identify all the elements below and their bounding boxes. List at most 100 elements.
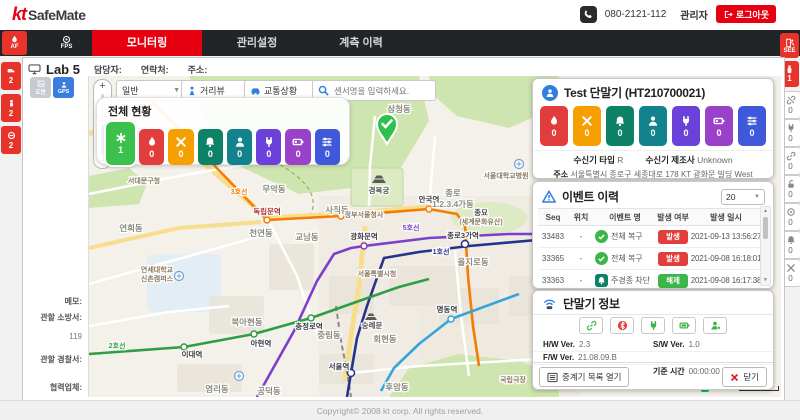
overall-status-panel: 전체 현황 1 0 0 0 [96, 97, 350, 165]
crossed-tools-icon [786, 263, 796, 273]
battery-status-icon [672, 317, 696, 334]
svg-text:종묘: 종묘 [474, 208, 488, 217]
link-status-icon [579, 317, 603, 334]
tab-settings[interactable]: 관리설정 [212, 30, 302, 56]
valve-icon [7, 131, 16, 140]
svg-text:공덕동: 공덕동 [257, 386, 281, 396]
device-tile-battery[interactable]: 0 [705, 106, 733, 146]
user-status-icon [703, 317, 727, 334]
plug-icon [680, 115, 692, 127]
link-icon [786, 151, 796, 161]
logout-icon [723, 10, 733, 19]
device-tile-power[interactable]: 0 [672, 106, 700, 146]
nav-item-af[interactable]: AF [2, 31, 27, 55]
scroll-up-arrow[interactable]: ▲ [761, 207, 770, 216]
svg-text:5호선: 5호선 [403, 223, 420, 232]
device-tile-malfunction[interactable]: 0 [573, 106, 601, 146]
list-icon [547, 372, 558, 383]
svg-text:이대역: 이대역 [182, 349, 203, 359]
plug-icon [263, 136, 275, 148]
col-seq[interactable]: Seq [538, 209, 568, 226]
status-tile-power[interactable]: 0 [256, 129, 281, 165]
broken-link-icon [786, 95, 796, 105]
svg-text:아현역: 아현역 [251, 338, 272, 348]
status-tile-malfunction[interactable]: 0 [168, 129, 193, 165]
status-tile-battery[interactable]: 0 [285, 129, 310, 165]
warning-triangle-icon [542, 190, 556, 203]
hotline-number: 080-2121-112 [605, 9, 667, 20]
device-tile-main-bell[interactable]: 0 [606, 106, 634, 146]
col-location[interactable]: 위치 [568, 209, 594, 226]
tab-monitoring[interactable]: 모니터링 [92, 30, 202, 56]
status-tile-normal[interactable]: 1 [106, 122, 135, 165]
svg-text:신촌캠퍼스: 신촌캠퍼스 [141, 274, 174, 283]
status-tile-main-bell[interactable]: 0 [198, 129, 223, 165]
bell-icon [595, 274, 608, 287]
search-icon [318, 85, 329, 96]
check-circle-icon [595, 252, 608, 265]
device-tile-receiver[interactable]: 0 [639, 106, 667, 146]
tab-measure-history[interactable]: 계측 이력 [315, 30, 407, 56]
zoom-in-button[interactable]: + [94, 80, 111, 93]
left-alarm-badge-3[interactable]: 2 [1, 126, 21, 154]
phone-icon [580, 6, 597, 23]
left-alarm-badge-1[interactable]: 2 [1, 62, 21, 90]
crossed-tools-icon [175, 136, 187, 148]
scroll-thumb[interactable] [763, 217, 768, 239]
gps-icon [59, 81, 69, 89]
col-datetime[interactable]: 발생 일시 [690, 209, 762, 226]
svg-text:국립극장: 국립극장 [500, 375, 526, 384]
nav-item-fps[interactable]: FPS [54, 31, 79, 55]
col-event-name[interactable]: 이벤트 명 [594, 209, 656, 226]
logout-button[interactable]: 로그아웃 [716, 5, 776, 23]
table-row[interactable]: 33363- 주경종 차단 해제 2021-09-08 16:17:38 [538, 270, 762, 292]
svg-text:명동역: 명동역 [437, 304, 458, 314]
status-tile-fire[interactable]: 0 [139, 129, 164, 165]
left-column: 도면 GPS 메모: 관할 소방서: 119 관할 경찰서: 협력업체: [24, 76, 86, 398]
fire-station-value: 119 [69, 332, 82, 341]
fire-station-label: 관할 소방서: [40, 312, 82, 323]
status-tile-receiver[interactable]: 0 [227, 129, 252, 165]
bell-icon [786, 235, 796, 245]
gps-view-button[interactable]: GPS [53, 77, 74, 98]
chevron-down-icon: ▼ [173, 87, 180, 94]
page-size-select[interactable]: 20▼ [721, 189, 765, 205]
device-person-icon [542, 85, 558, 101]
svg-text:종로3가역: 종로3가역 [447, 230, 479, 240]
col-occurred[interactable]: 발생 여부 [656, 209, 690, 226]
search-input[interactable] [332, 85, 420, 97]
extinguisher-icon [785, 65, 794, 74]
open-repeater-list-button[interactable]: 중계기 목록 열기 [539, 367, 629, 387]
selected-device-marker[interactable] [373, 112, 401, 146]
left-alarm-badge-2[interactable]: 2 [1, 94, 21, 122]
floorplan-view-button[interactable]: 도면 [30, 77, 51, 98]
crossed-tools-icon [581, 115, 593, 127]
status-badge: 발생 [658, 252, 688, 266]
sprinkler-icon [115, 132, 127, 144]
svg-text:1호선: 1호선 [433, 247, 450, 256]
table-row[interactable]: 33365- 전체 복구 발생 2021-09-08 16:18:01 [538, 248, 762, 270]
top-header: kt SafeMate 080-2121-112 관리자 로그아웃 [0, 0, 800, 30]
status-tile-comm[interactable]: 0 [315, 129, 340, 165]
partner-label: 협력업체: [50, 382, 82, 393]
scroll-down-arrow[interactable]: ▼ [761, 276, 770, 285]
receiver-maker-field: 수신기 제조사 Unknown [645, 154, 732, 166]
table-row[interactable]: 33483- 전체 복구 발생 2021-09-13 13:56:27 [538, 226, 762, 248]
svg-text:서울대학교병원: 서울대학교병원 [483, 171, 528, 180]
event-scrollbar[interactable]: ▲ ▼ [760, 206, 771, 286]
device-tile-fire[interactable]: 0 [540, 106, 568, 146]
receiver-type-field: 수신기 타입 R [573, 154, 623, 166]
safemate-app: kt SafeMate 080-2121-112 관리자 로그아웃 AF FPS… [0, 0, 800, 420]
event-history-title: 이벤트 이력 [562, 188, 619, 205]
device-tile-comm[interactable]: 0 [738, 106, 766, 146]
detector-icon [786, 207, 796, 217]
camera-icon [62, 35, 71, 44]
see-exit-badge[interactable]: SEE [780, 33, 799, 58]
svg-text:연세대학교: 연세대학교 [141, 265, 174, 274]
floorplan-icon [36, 80, 46, 88]
close-button[interactable]: 닫기 [722, 367, 767, 387]
contact-label: 연락처: [141, 63, 169, 76]
svg-text:중림동: 중림동 [317, 330, 341, 340]
firetruck-icon [6, 67, 16, 75]
overall-status-title: 전체 현황 [108, 103, 349, 119]
